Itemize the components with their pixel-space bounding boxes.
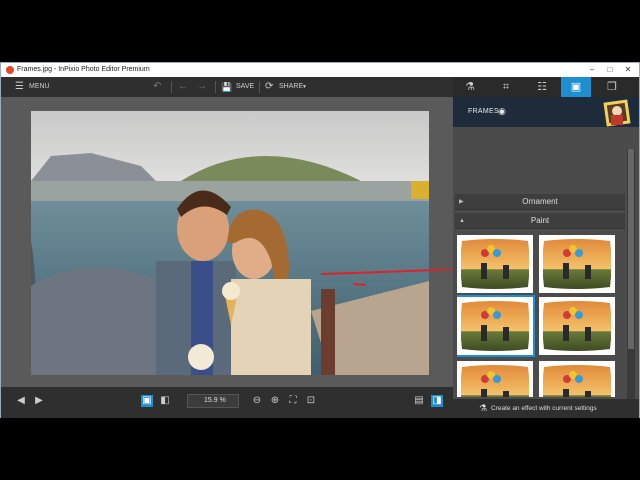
actual-size-icon[interactable]: ⊡: [305, 395, 317, 407]
share-button[interactable]: SHARE: [279, 77, 303, 97]
menu-button[interactable]: MENU: [29, 77, 50, 97]
tab-layers[interactable]: ❐: [597, 77, 627, 97]
minimize-button[interactable]: –: [585, 63, 599, 77]
zoom-in-icon[interactable]: ⊕: [269, 395, 281, 407]
layers-icon: ❐: [607, 81, 617, 93]
create-effect-button[interactable]: ⚗ Create an effect with current settings: [453, 399, 639, 418]
frame-thumbnail[interactable]: [457, 361, 533, 397]
menu-icon[interactable]: ☰: [15, 77, 24, 97]
app-icon: [6, 66, 14, 74]
frame-thumbnail[interactable]: [539, 297, 615, 355]
tab-crop[interactable]: ⌗: [491, 77, 521, 97]
app-window: Frames.jpg - InPixio Photo Editor Premiu…: [0, 62, 640, 418]
window-title: Frames.jpg - InPixio Photo Editor Premiu…: [17, 66, 150, 73]
forward-icon[interactable]: →: [197, 77, 207, 97]
zoom-value: 15.9 %: [204, 397, 226, 404]
section-paint-label: Paint: [530, 216, 550, 225]
zoom-level-field[interactable]: 15.9 %: [187, 394, 239, 408]
frame-icon: ▣: [570, 81, 582, 93]
save-button[interactable]: SAVE: [236, 77, 254, 97]
close-button[interactable]: ✕: [621, 63, 635, 77]
top-toolbar: ☰ MENU ↶ ← → 💾 SAVE ⟳ SHARE ▼: [1, 77, 453, 97]
flask-icon: ⚗: [479, 403, 488, 413]
chevron-right-icon: ▶: [459, 199, 464, 205]
crop-icon: ⌗: [502, 81, 510, 93]
back-icon[interactable]: ←: [178, 77, 188, 97]
frame-thumbnails: [457, 235, 623, 397]
frames-panel: ⚗ ⌗ ☷ ▣ ❐ FRAMES ◉ ▶ Ornament ▲ Paint ⚗ …: [453, 77, 639, 418]
tab-frames[interactable]: ▣: [561, 77, 591, 97]
section-ornament-label: Ornament: [522, 197, 558, 206]
share-icon[interactable]: ⟳: [265, 77, 273, 97]
create-effect-label: Create an effect with current settings: [491, 405, 597, 412]
save-icon[interactable]: 💾: [221, 77, 232, 97]
chevron-down-icon: ▲: [459, 218, 465, 224]
next-image-icon[interactable]: ▶: [33, 395, 45, 407]
single-view-icon[interactable]: ▣: [141, 395, 153, 407]
zoom-out-icon[interactable]: ⊖: [251, 395, 263, 407]
compare-view-icon[interactable]: ◧: [159, 395, 171, 407]
tab-effects[interactable]: ⚗: [455, 77, 485, 97]
title-bar: Frames.jpg - InPixio Photo Editor Premiu…: [1, 63, 639, 77]
frame-thumbnail[interactable]: [457, 295, 535, 357]
maximize-button[interactable]: □: [603, 63, 617, 77]
section-paint[interactable]: ▲ Paint: [455, 213, 625, 229]
frame-thumbnail[interactable]: [539, 361, 615, 397]
frame-thumbnail[interactable]: [457, 235, 533, 293]
frames-title: FRAMES: [468, 108, 499, 115]
sliders-icon: ☷: [537, 81, 547, 93]
prev-image-icon[interactable]: ◀: [15, 395, 27, 407]
couple-selfie-image: [31, 111, 429, 375]
fit-screen-icon[interactable]: ⛶: [287, 395, 299, 407]
eye-icon[interactable]: ◉: [498, 106, 506, 117]
section-ornament[interactable]: ▶ Ornament: [455, 194, 625, 210]
image-view-icon[interactable]: ▤: [413, 395, 425, 407]
undo-icon[interactable]: ↶: [153, 77, 161, 97]
share-dropdown-icon[interactable]: ▼: [302, 77, 307, 97]
tool-tabs: ⚗ ⌗ ☷ ▣ ❐: [453, 77, 639, 97]
canvas-area[interactable]: [1, 97, 458, 387]
panel-toggle-icon[interactable]: ◨: [431, 395, 443, 407]
tab-adjust[interactable]: ☷: [527, 77, 557, 97]
frames-header: FRAMES ◉: [453, 97, 639, 127]
panel-scrollbar[interactable]: [627, 149, 635, 399]
photo-canvas[interactable]: [31, 111, 429, 375]
scrollbar-thumb[interactable]: [628, 149, 634, 349]
annotation-stroke: [320, 269, 458, 286]
flask-icon: ⚗: [465, 81, 475, 93]
bottom-toolbar: ◀ ▶ ▣ ◧ 15.9 % ⊖ ⊕ ⛶ ⊡ ▤ ◨: [1, 387, 453, 418]
frame-thumbnail[interactable]: [539, 235, 615, 293]
frame-preview-thumbnail: [603, 99, 631, 127]
